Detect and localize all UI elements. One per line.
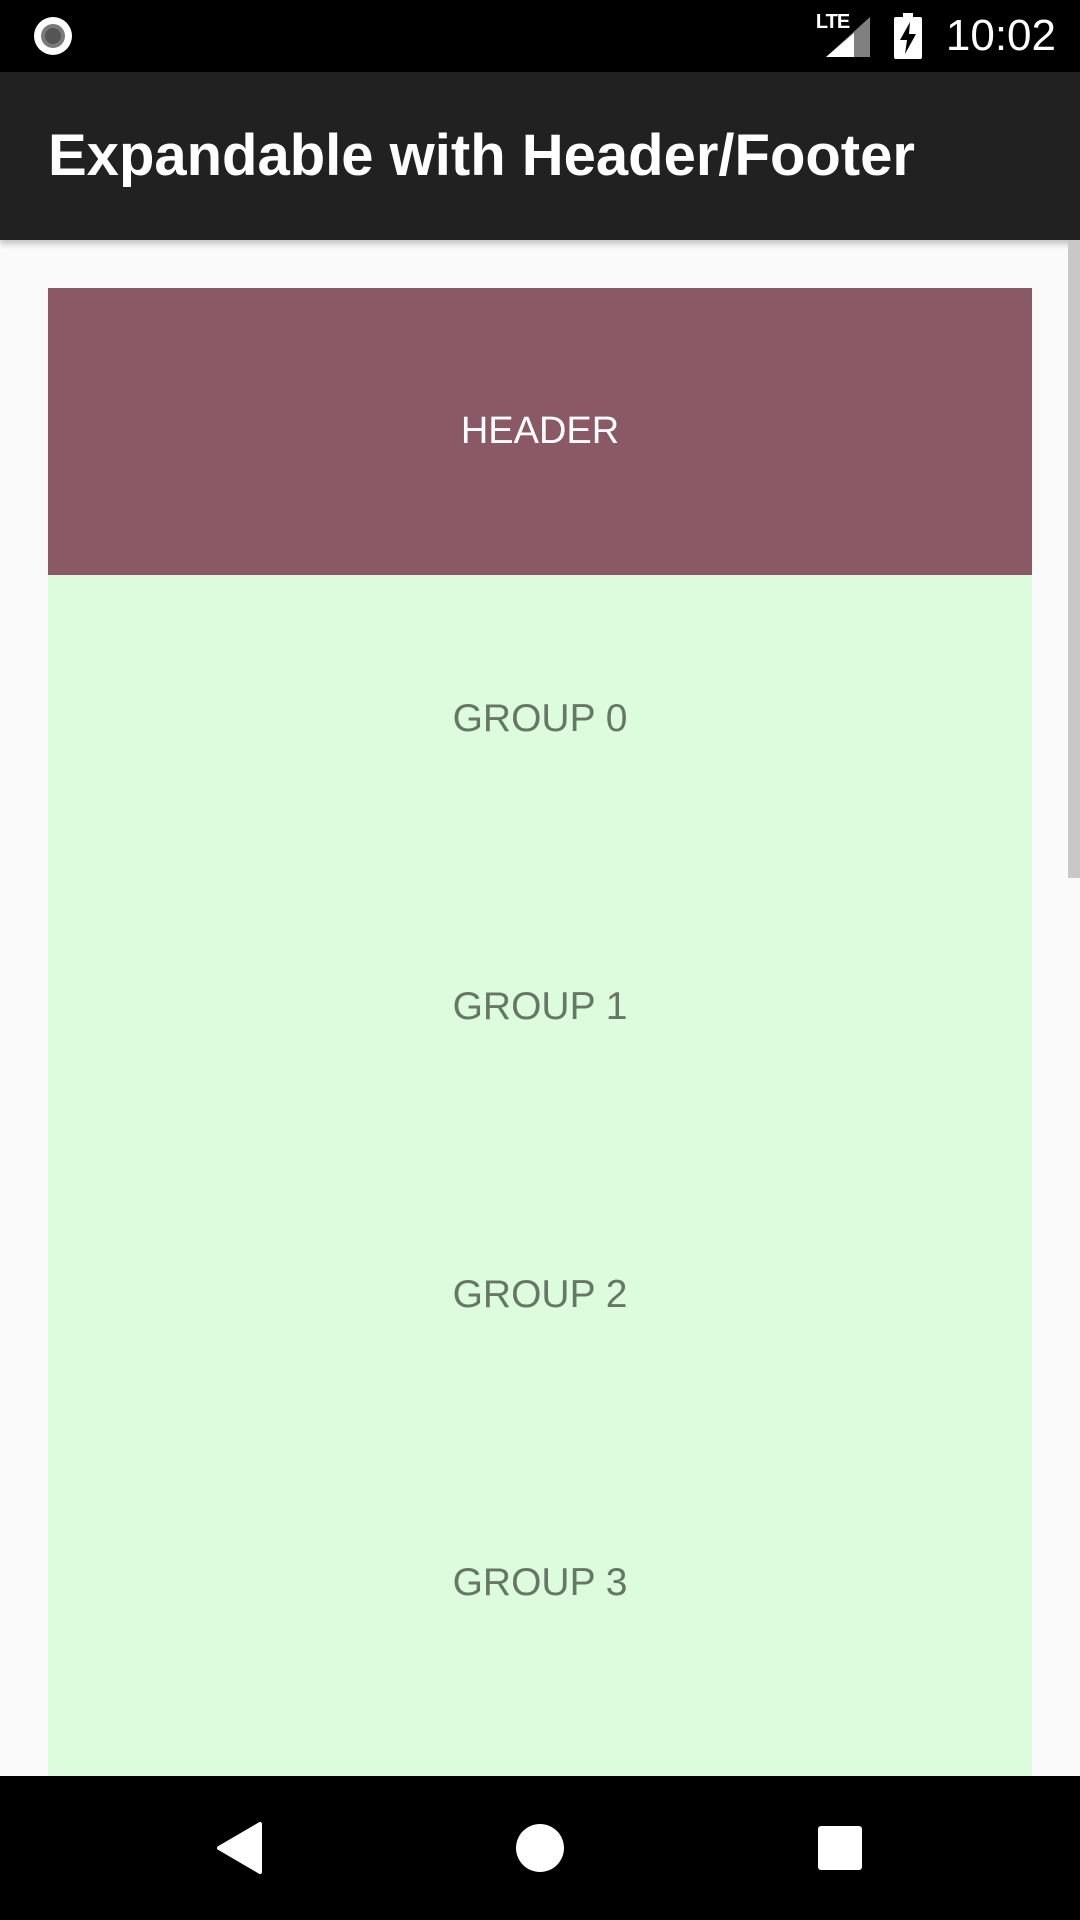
- back-button[interactable]: [168, 1776, 312, 1920]
- back-icon: [217, 1822, 262, 1874]
- expandable-list[interactable]: HEADER GROUP 0 GROUP 1 GROUP 2 GROUP 3: [48, 288, 1032, 1776]
- app-title: Expandable with Header/Footer: [48, 123, 915, 188]
- status-clock: 10:02: [945, 11, 1056, 60]
- group-label: GROUP 2: [452, 1273, 628, 1316]
- network-type-label: LTE: [815, 11, 850, 33]
- group-label: GROUP 3: [452, 1561, 628, 1604]
- battery-charging-icon: [893, 13, 922, 59]
- group-label: GROUP 0: [452, 697, 628, 740]
- group-item-4[interactable]: [48, 1727, 1032, 1776]
- screen-record-icon: [34, 17, 72, 55]
- group-item-0[interactable]: GROUP 0: [48, 575, 1032, 863]
- group-item-2[interactable]: GROUP 2: [48, 1151, 1032, 1439]
- status-indicators: LTE 10:02: [816, 0, 1056, 72]
- home-icon: [516, 1824, 564, 1872]
- lte-signal-icon: LTE: [815, 11, 872, 59]
- recents-button[interactable]: [768, 1776, 912, 1920]
- expandable-list-container[interactable]: HEADER GROUP 0 GROUP 1 GROUP 2 GROUP 3: [0, 240, 1080, 1776]
- group-item-1[interactable]: GROUP 1: [48, 863, 1032, 1151]
- app-bar: Expandable with Header/Footer: [0, 72, 1080, 240]
- recents-icon: [818, 1826, 862, 1870]
- home-button[interactable]: [468, 1776, 612, 1920]
- scrollbar-thumb[interactable]: [1068, 240, 1080, 878]
- status-bar: LTE 10:02: [0, 0, 1080, 72]
- group-label: GROUP 1: [452, 985, 628, 1028]
- list-header[interactable]: HEADER: [48, 288, 1032, 575]
- navigation-bar: [0, 1776, 1080, 1920]
- group-item-3[interactable]: GROUP 3: [48, 1439, 1032, 1727]
- list-header-label: HEADER: [460, 410, 620, 452]
